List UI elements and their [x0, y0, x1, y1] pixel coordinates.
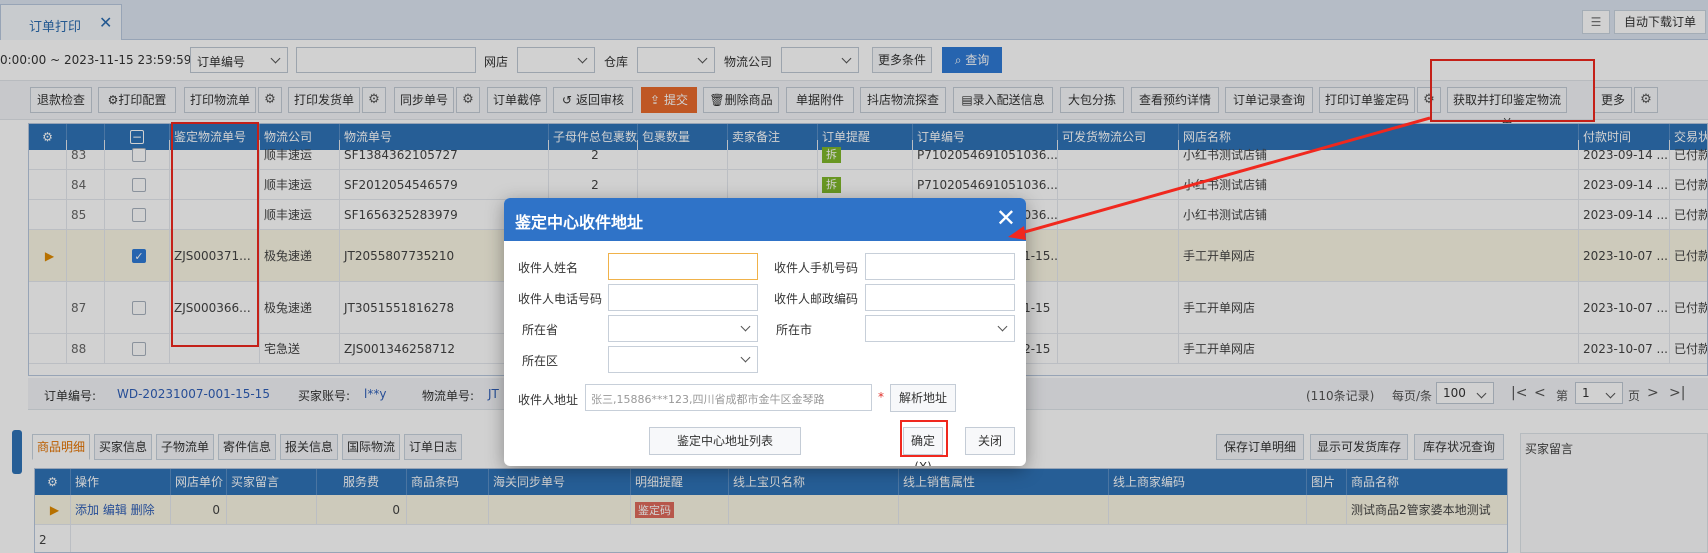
annotation-arrow	[1008, 116, 1431, 240]
